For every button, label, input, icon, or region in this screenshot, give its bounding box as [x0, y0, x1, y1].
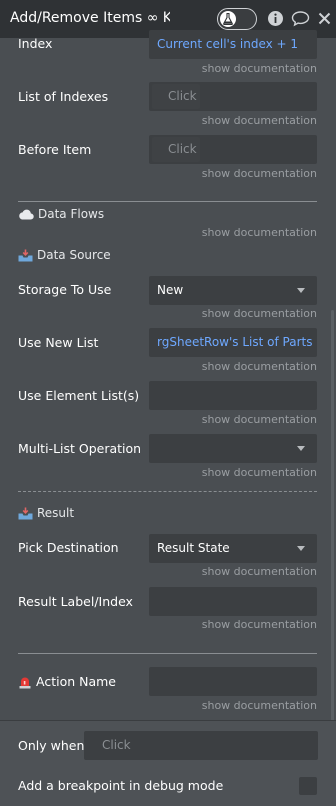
data-flows-title: Data Flows [38, 207, 105, 221]
index-value[interactable]: Current cell's index + 1 [157, 37, 298, 51]
data-flows-show-documentation[interactable]: show documentation [202, 226, 317, 239]
data-source-title: Data Source [37, 248, 111, 262]
use-element-lists-field[interactable] [149, 381, 317, 410]
toggle-knob [220, 11, 236, 27]
section-divider-dashed [18, 491, 317, 492]
flask-icon [223, 13, 233, 25]
chevron-down-icon [297, 546, 305, 551]
use-element-lists-label: Use Element List(s) [18, 388, 140, 403]
use-element-lists-show-documentation[interactable]: show documentation [202, 413, 317, 426]
storage-to-use-show-documentation[interactable]: show documentation [202, 307, 317, 320]
index-field[interactable]: Current cell's index + 1 [149, 30, 317, 59]
storage-to-use-value: New [157, 283, 184, 297]
before-item-placeholder[interactable]: Click [152, 137, 200, 162]
breakpoint-label: Add a breakpoint in debug mode [18, 778, 224, 793]
result-label-index-show-documentation[interactable]: show documentation [202, 618, 317, 631]
storage-to-use-dropdown[interactable]: New [149, 276, 317, 305]
section-divider [18, 201, 317, 202]
list-of-indexes-placeholder-text: Click [168, 89, 197, 103]
use-new-list-value[interactable]: rgSheetRow's List of Parts [157, 335, 312, 349]
index-label: Index [18, 36, 53, 51]
pick-destination-value: Result State [157, 541, 230, 555]
only-when-label: Only when [18, 738, 85, 753]
result-heading: Result [18, 506, 74, 520]
list-of-indexes-show-documentation[interactable]: show documentation [202, 114, 317, 127]
cloud-icon [19, 209, 34, 220]
result-label-index-label: Result Label/Index [18, 594, 133, 609]
comment-icon[interactable] [291, 10, 310, 27]
before-item-placeholder-text: Click [168, 142, 197, 156]
info-icon[interactable] [267, 10, 284, 27]
scrollbar[interactable] [331, 310, 334, 730]
multi-list-operation-label: Multi-List Operation [18, 441, 142, 456]
use-new-list-show-documentation[interactable]: show documentation [202, 360, 317, 373]
inbox-tray-icon [18, 507, 33, 519]
pick-destination-dropdown[interactable]: Result State [149, 534, 317, 563]
panel-title: Add/Remove Items ∞ Ke [10, 10, 170, 26]
list-of-indexes-placeholder[interactable]: Click [152, 84, 200, 109]
before-item-label: Before Item [18, 142, 92, 157]
use-new-list-field[interactable]: rgSheetRow's List of Parts [149, 328, 317, 357]
data-flows-heading: Data Flows [18, 207, 104, 221]
pick-destination-show-documentation[interactable]: show documentation [202, 565, 317, 578]
action-name-field[interactable] [149, 667, 317, 696]
test-mode-toggle[interactable] [217, 8, 257, 30]
inbox-tray-icon [18, 249, 33, 261]
action-name-heading: Action Name [18, 674, 116, 689]
chevron-down-icon [297, 446, 305, 451]
siren-icon [19, 677, 31, 688]
section-divider [18, 653, 317, 654]
multi-list-operation-show-documentation[interactable]: show documentation [202, 466, 317, 479]
storage-to-use-label: Storage To Use [18, 282, 112, 297]
only-when-field[interactable]: Click [84, 731, 318, 760]
action-name-show-documentation[interactable]: show documentation [202, 699, 317, 712]
list-of-indexes-label: List of Indexes [18, 89, 109, 104]
chevron-down-icon [297, 288, 305, 293]
action-name-label: Action Name [36, 674, 116, 689]
before-item-show-documentation[interactable]: show documentation [202, 167, 317, 180]
breakpoint-checkbox[interactable] [299, 777, 317, 795]
pick-destination-label: Pick Destination [18, 540, 119, 555]
use-new-list-label: Use New List [18, 335, 99, 350]
data-source-heading: Data Source [18, 248, 111, 262]
result-label-index-field[interactable] [149, 587, 317, 616]
index-show-documentation[interactable]: show documentation [202, 62, 317, 75]
multi-list-operation-dropdown[interactable] [149, 434, 317, 463]
result-title: Result [37, 506, 75, 520]
close-icon[interactable] [318, 12, 331, 25]
only-when-placeholder: Click [102, 738, 131, 752]
